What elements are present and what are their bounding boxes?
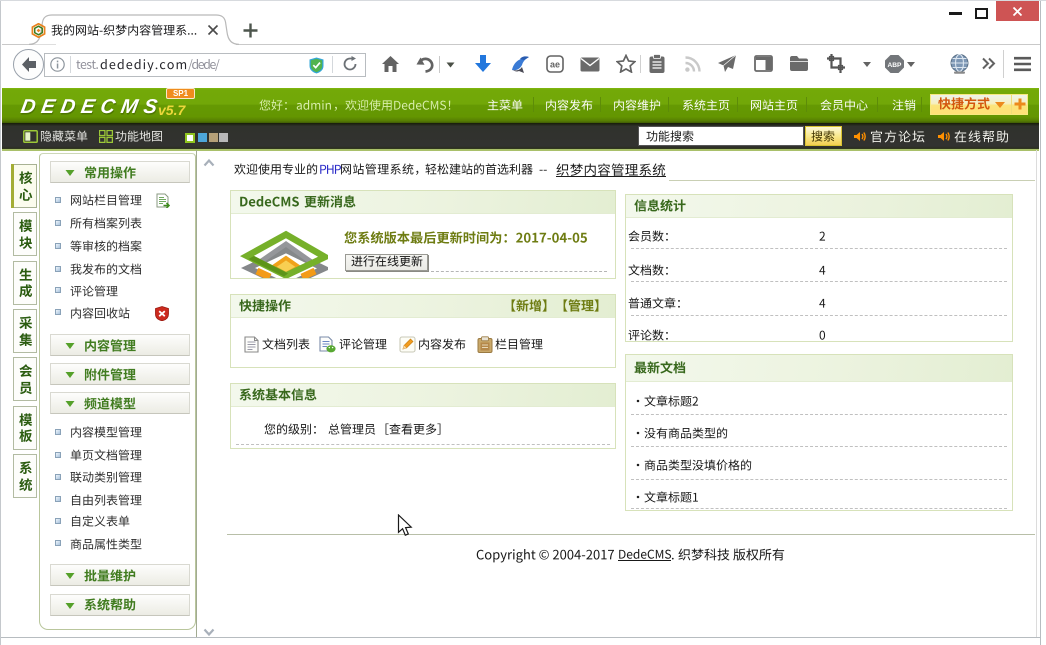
- svg-text:ae: ae: [550, 60, 560, 70]
- svg-text:ABP: ABP: [888, 62, 903, 69]
